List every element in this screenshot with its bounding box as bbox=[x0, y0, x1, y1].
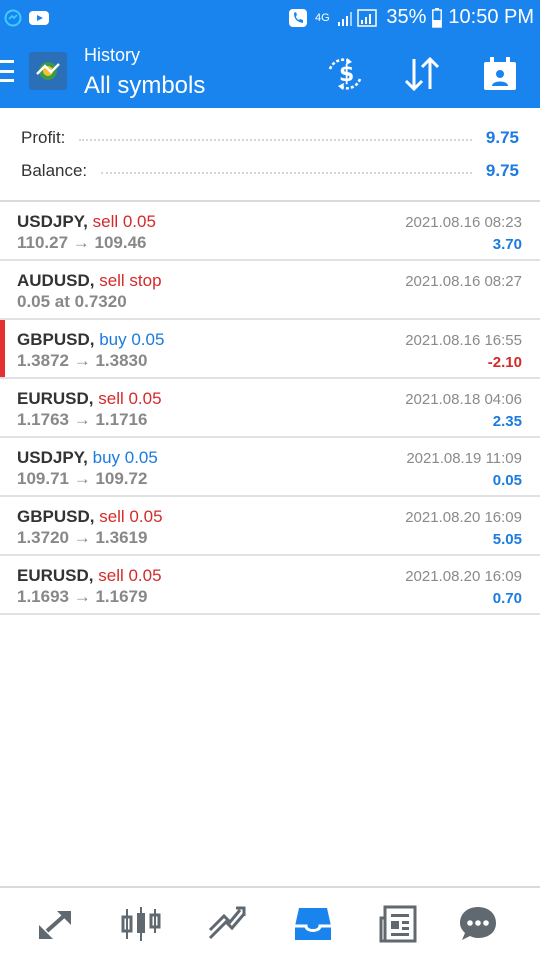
balance-row: Balance: 9.75 bbox=[21, 159, 519, 183]
trade-profit: 5.05 bbox=[492, 531, 522, 548]
dotted-leader bbox=[101, 172, 472, 174]
sort-icon[interactable] bbox=[402, 54, 442, 94]
trade-prices: 1.1693 → 1.1679 bbox=[17, 587, 148, 606]
trade-type: sell 0.05 bbox=[92, 212, 156, 231]
trade-date: 2021.08.16 08:27 bbox=[405, 273, 522, 290]
trade-date: 2021.08.19 11:09 bbox=[406, 450, 522, 467]
trade-symbol: AUDUSD, bbox=[17, 271, 95, 290]
trade-date: 2021.08.20 16:09 bbox=[405, 509, 522, 526]
balance-label: Balance: bbox=[21, 161, 88, 180]
selected-marker bbox=[0, 320, 5, 377]
status-bar: 4G 35% 10:50 PM bbox=[0, 0, 540, 38]
messenger-icon bbox=[4, 9, 22, 27]
trade-type: sell stop bbox=[99, 271, 162, 290]
trade-prices: 1.3720 → 1.3619 bbox=[17, 528, 148, 547]
trade-symbol: USDJPY, bbox=[17, 212, 88, 231]
trade-type: buy 0.05 bbox=[92, 448, 158, 467]
trade-date: 2021.08.16 16:55 bbox=[405, 332, 522, 349]
trade-symbol: USDJPY, bbox=[17, 448, 88, 467]
trade-title: EURUSD, sell 0.05 bbox=[17, 566, 162, 586]
trade-row[interactable]: USDJPY, buy 0.05 109.71 → 109.72 2021.08… bbox=[0, 438, 540, 497]
trade-date: 2021.08.18 04:06 bbox=[405, 391, 522, 408]
trade-prices: 109.71 → 109.72 bbox=[17, 469, 148, 488]
trade-date: 2021.08.16 08:23 bbox=[405, 214, 522, 231]
trade-symbol: GBPUSD, bbox=[17, 330, 95, 349]
trade-title: USDJPY, buy 0.05 bbox=[17, 448, 158, 468]
trade-symbol: GBPUSD, bbox=[17, 507, 95, 526]
trade-title: AUDUSD, sell stop bbox=[17, 271, 162, 291]
news-icon[interactable] bbox=[377, 904, 421, 944]
svg-text:$: $ bbox=[339, 62, 354, 87]
trade-symbol: EURUSD, bbox=[17, 566, 94, 585]
menu-icon[interactable] bbox=[0, 60, 14, 82]
quotes-icon[interactable] bbox=[33, 904, 77, 944]
calendar-icon[interactable] bbox=[480, 54, 520, 94]
trade-title: GBPUSD, sell 0.05 bbox=[17, 507, 163, 527]
trade-type: buy 0.05 bbox=[99, 330, 165, 349]
trade-type: sell 0.05 bbox=[99, 507, 163, 526]
trade-type: sell 0.05 bbox=[98, 566, 162, 585]
trade-symbol: EURUSD, bbox=[17, 389, 94, 408]
trade-row[interactable]: EURUSD, sell 0.05 1.1693 → 1.1679 2021.0… bbox=[0, 556, 540, 615]
trade-profit: 3.70 bbox=[492, 236, 522, 253]
trade-row[interactable]: EURUSD, sell 0.05 1.1763 → 1.1716 2021.0… bbox=[0, 379, 540, 438]
trade-prices: 1.3872 → 1.3830 bbox=[17, 351, 148, 370]
battery-icon bbox=[432, 7, 443, 28]
youtube-icon bbox=[28, 9, 50, 27]
app-bar: History All symbols $ bbox=[0, 38, 540, 108]
trade-row[interactable]: GBPUSD, buy 0.05 1.3872 → 1.3830 2021.08… bbox=[0, 320, 540, 379]
trade-row[interactable]: USDJPY, sell 0.05 110.27 → 109.46 2021.0… bbox=[0, 202, 540, 261]
trade-prices: 0.05 at 0.7320 bbox=[17, 292, 127, 311]
trade-row[interactable]: AUDUSD, sell stop 0.05 at 0.7320 2021.08… bbox=[0, 261, 540, 320]
phone-icon bbox=[288, 8, 308, 28]
chat-icon[interactable] bbox=[456, 904, 500, 944]
profit-row: Profit: 9.75 bbox=[21, 126, 519, 150]
chart-icon[interactable] bbox=[119, 904, 163, 944]
dotted-leader bbox=[79, 139, 472, 141]
trade-row[interactable]: GBPUSD, sell 0.05 1.3720 → 1.3619 2021.0… bbox=[0, 497, 540, 556]
trade-profit: 0.70 bbox=[492, 590, 522, 607]
history-icon[interactable] bbox=[291, 904, 335, 944]
profit-label: Profit: bbox=[21, 128, 66, 147]
clock: 10:50 PM bbox=[448, 6, 534, 28]
signal-icon bbox=[336, 8, 380, 28]
trade-title: USDJPY, sell 0.05 bbox=[17, 212, 156, 232]
bottom-nav bbox=[0, 886, 540, 960]
history-list: USDJPY, sell 0.05 110.27 → 109.46 2021.0… bbox=[0, 202, 540, 615]
trade-prices: 110.27 → 109.46 bbox=[17, 233, 147, 252]
battery-percent: 35% bbox=[386, 6, 427, 28]
network-label: 4G bbox=[315, 11, 330, 24]
trade-profit: 2.35 bbox=[492, 413, 522, 430]
currency-exchange-icon[interactable]: $ bbox=[325, 54, 365, 94]
page-subtitle: History bbox=[84, 45, 141, 65]
account-summary: Profit: 9.75 Balance: 9.75 bbox=[0, 108, 540, 200]
trade-type: sell 0.05 bbox=[98, 389, 162, 408]
trade-title: EURUSD, sell 0.05 bbox=[17, 389, 162, 409]
trade-title: GBPUSD, buy 0.05 bbox=[17, 330, 164, 350]
trade-profit: -2.10 bbox=[487, 354, 522, 371]
trade-profit: 0.05 bbox=[492, 472, 522, 489]
profit-value: 9.75 bbox=[485, 128, 519, 147]
balance-value: 9.75 bbox=[485, 161, 519, 180]
trade-icon[interactable] bbox=[205, 904, 249, 944]
page-title[interactable]: All symbols bbox=[84, 72, 205, 100]
trade-date: 2021.08.20 16:09 bbox=[405, 568, 522, 585]
trade-prices: 1.1763 → 1.1716 bbox=[17, 410, 148, 429]
app-logo[interactable] bbox=[29, 52, 67, 90]
network-type-icon: 4G bbox=[314, 11, 330, 24]
